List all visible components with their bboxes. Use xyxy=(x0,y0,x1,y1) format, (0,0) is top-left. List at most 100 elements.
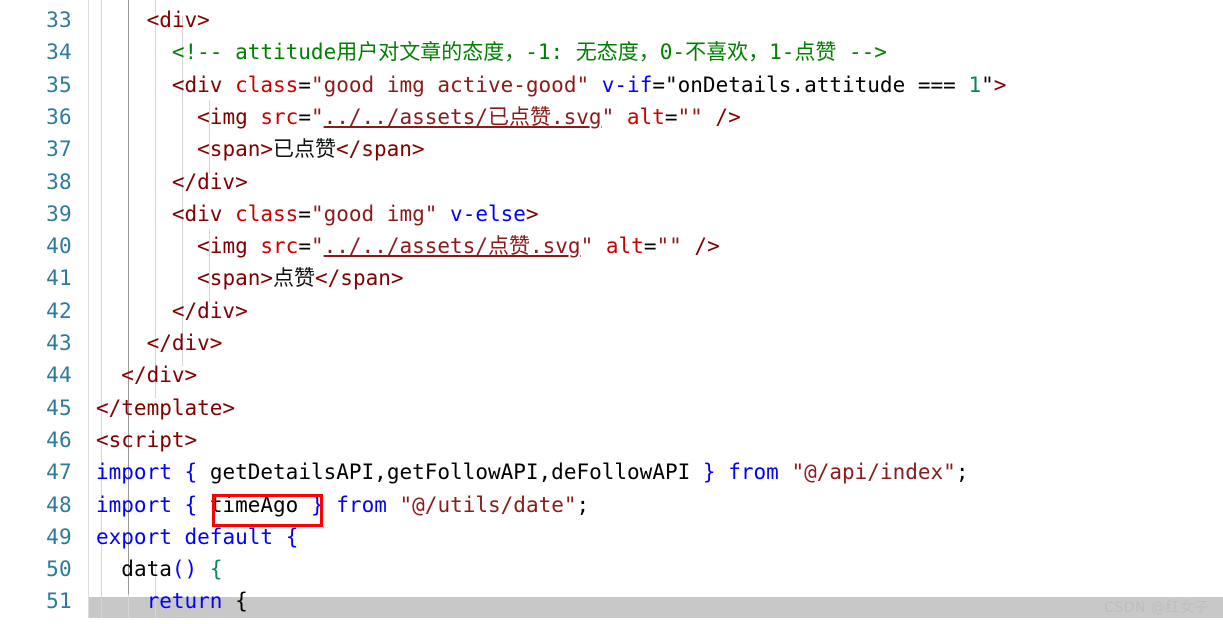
code-token: "good img active-good" xyxy=(310,72,590,97)
code-token: { xyxy=(184,492,198,517)
code-token: ../../assets/点赞.svg xyxy=(323,234,581,259)
editor-gutter: 33 34 35 36 37 38 39 40 41 42 43 44 45 46 47 48 49 50 51 xyxy=(0,0,89,624)
code-token: "@/api/index" xyxy=(791,460,956,485)
gutter-line-number: 51 xyxy=(46,589,72,614)
gutter-line-number: 43 xyxy=(46,331,72,355)
code-token: return xyxy=(146,589,223,614)
code-token: ../../assets/已点赞.svg xyxy=(323,104,602,129)
gutter-line-number: 41 xyxy=(46,266,72,291)
code-token: <span> xyxy=(197,266,274,291)
code-token: ; xyxy=(955,460,969,485)
code-token: 1 xyxy=(968,72,982,97)
code-token: <div xyxy=(171,201,236,226)
code-token: src xyxy=(260,104,299,129)
gutter-line-number: 36 xyxy=(46,104,72,129)
code-token: from xyxy=(336,492,387,517)
code-token: default xyxy=(184,524,274,549)
gutter-line-number: 46 xyxy=(46,427,72,452)
code-token: 点赞 xyxy=(273,266,316,291)
gutter-line-number: 50 xyxy=(46,557,72,582)
code-token: " xyxy=(981,72,994,97)
code-surface[interactable]: <div> <!-- attitude用户对文章的态度，-1: 无态度，0-不喜… xyxy=(88,0,1223,624)
code-line[interactable]: data() { xyxy=(88,553,1223,585)
gutter-line-number: 48 xyxy=(46,492,72,517)
code-token: " xyxy=(601,104,615,129)
code-token: import xyxy=(96,460,172,485)
code-line[interactable]: <span>已点赞</span> xyxy=(88,133,1223,165)
code-token: import xyxy=(96,492,172,517)
code-line[interactable]: </div> xyxy=(88,359,1223,391)
code-token: 已点赞 xyxy=(273,137,337,162)
code-line[interactable]: return { xyxy=(88,585,1223,617)
code-token: { xyxy=(209,557,223,582)
code-editor[interactable]: <div> <!-- attitude用户对文章的态度，-1: 无态度，0-不喜… xyxy=(0,0,1223,624)
gutter-line-number: 40 xyxy=(46,234,72,259)
code-token: from xyxy=(728,460,779,485)
gutter-line-number: 47 xyxy=(46,460,72,485)
code-line[interactable]: <!-- attitude用户对文章的态度，-1: 无态度，0-不喜欢，1-点赞… xyxy=(88,36,1223,68)
code-token: > xyxy=(993,72,1007,97)
code-line[interactable]: <img src="../../assets/已点赞.svg" alt="" /… xyxy=(88,101,1223,133)
code-token: src xyxy=(260,234,299,259)
code-line[interactable]: export default { xyxy=(88,521,1223,553)
code-line[interactable]: import { timeAgo } from "@/utils/date"; xyxy=(88,489,1223,521)
code-line[interactable]: <div class="good img active-good" v-if="… xyxy=(88,69,1223,101)
code-line[interactable]: import { getDetailsAPI,getFollowAPI,deFo… xyxy=(88,456,1223,488)
code-token: /> xyxy=(694,234,720,259)
code-token: </div> xyxy=(121,363,198,388)
code-token: = xyxy=(298,234,311,259)
code-token: class xyxy=(235,72,299,97)
code-token: /> xyxy=(715,104,741,129)
code-token: </div> xyxy=(171,169,248,194)
code-line[interactable]: <div> xyxy=(88,4,1223,36)
code-token: </span> xyxy=(336,137,425,162)
code-token: " xyxy=(310,104,324,129)
gutter-line-number: 34 xyxy=(46,40,72,65)
code-line[interactable]: </template> xyxy=(88,392,1223,424)
code-token: getDetailsAPI,getFollowAPI,deFollowAPI xyxy=(197,460,703,485)
code-token: <div xyxy=(171,72,236,97)
code-token: = xyxy=(298,104,311,129)
gutter-line-number: 44 xyxy=(46,363,72,388)
code-token: { xyxy=(285,524,299,549)
code-line[interactable]: <img src="../../assets/点赞.svg" alt="" /> xyxy=(88,230,1223,262)
code-line[interactable]: </div> xyxy=(88,166,1223,198)
code-token: </div> xyxy=(146,331,223,355)
csdn-watermark: CSDN @红女子 xyxy=(1104,600,1209,616)
gutter-line-number: 42 xyxy=(46,298,72,323)
code-line[interactable]: <script> xyxy=(88,424,1223,456)
code-token: > xyxy=(525,201,539,226)
code-token: } xyxy=(310,492,324,517)
code-line[interactable]: <span>点赞</span> xyxy=(88,262,1223,294)
code-token: } xyxy=(702,460,716,485)
code-token: ; xyxy=(576,492,590,517)
gutter-line-number: 45 xyxy=(46,395,72,420)
code-token: "onDetails.attitude === xyxy=(665,72,969,97)
code-token: class xyxy=(235,201,299,226)
code-token: data xyxy=(121,557,172,582)
code-token: " xyxy=(310,234,324,259)
code-token: alt xyxy=(626,104,665,129)
code-line[interactable]: </div> xyxy=(88,295,1223,327)
code-token: = xyxy=(298,201,311,226)
code-line[interactable]: <div class="good img" v-else> xyxy=(88,198,1223,230)
code-line[interactable]: </div> xyxy=(88,327,1223,359)
